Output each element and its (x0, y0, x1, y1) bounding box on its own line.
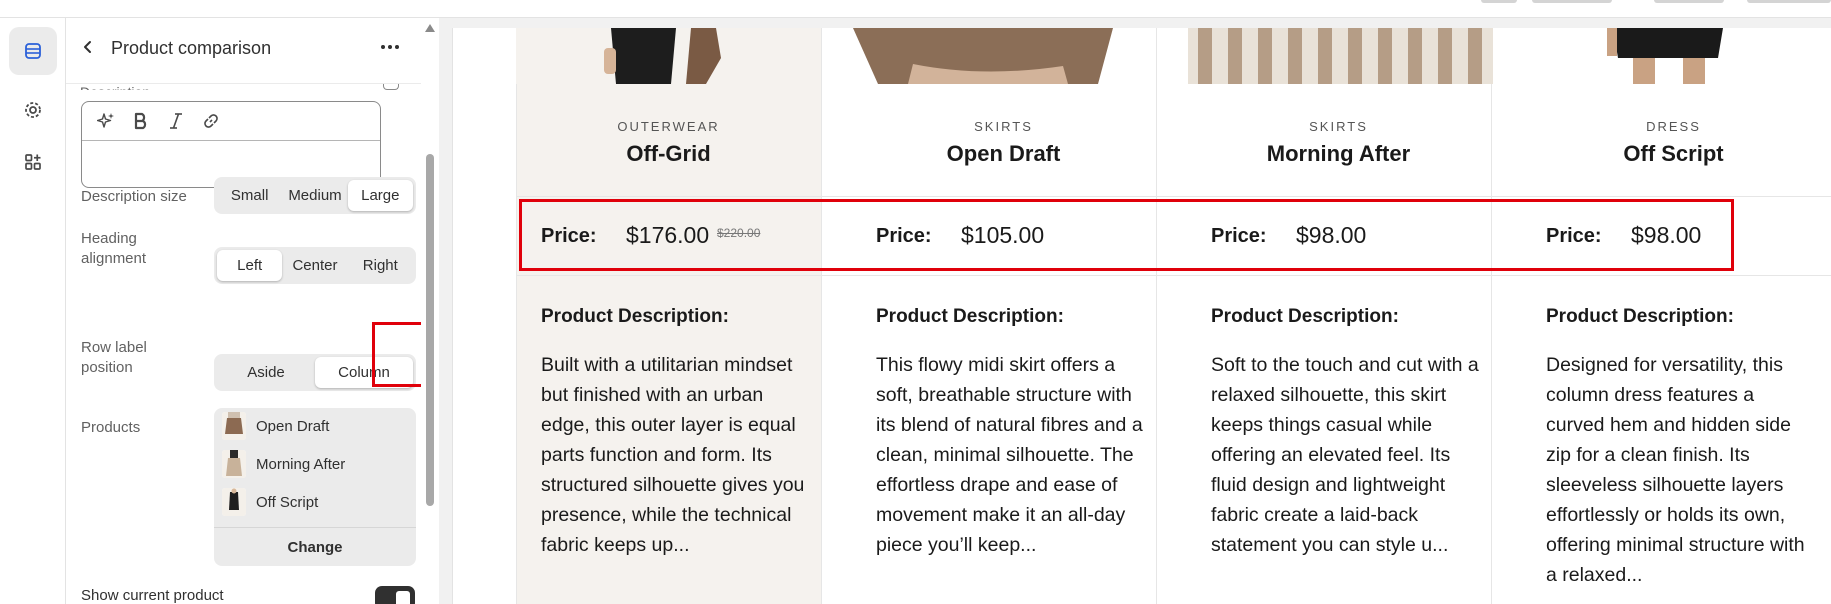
icon-rail (0, 18, 66, 604)
products-label: Products (81, 419, 141, 436)
rich-text-editor[interactable] (81, 101, 381, 188)
description-heading: Product Description: (1211, 306, 1399, 327)
product-image[interactable] (853, 28, 1138, 84)
panel-header: Product comparison (66, 18, 421, 84)
change-products-button[interactable]: Change (214, 527, 416, 566)
column-divider (1491, 28, 1492, 604)
product-name[interactable]: Off-Grid (501, 141, 836, 167)
heading-alignment-center[interactable]: Center (282, 250, 347, 281)
toggle-knob (396, 591, 410, 604)
toolbar-control[interactable] (1654, 0, 1724, 3)
apps-icon[interactable] (9, 138, 57, 186)
description-heading: Product Description: (876, 306, 1064, 327)
description-size-selector: Small Medium Large (214, 177, 416, 214)
product-image[interactable] (516, 28, 821, 84)
link-icon[interactable] (199, 109, 223, 133)
row-label-position-label: Row label position (81, 339, 147, 376)
product-name: Open Draft (256, 417, 330, 435)
description-size-medium[interactable]: Medium (282, 180, 347, 211)
product-category: SKIRTS (974, 119, 1033, 134)
product-item[interactable]: Off Script (214, 484, 416, 520)
product-name[interactable]: Open Draft (836, 141, 1171, 167)
panel-title: Product comparison (111, 38, 272, 58)
description-heading: Product Description: (1546, 306, 1734, 327)
bold-icon[interactable] (129, 109, 153, 133)
product-thumbnail (222, 488, 246, 516)
column-divider (516, 28, 517, 604)
back-arrow-icon[interactable] (76, 35, 100, 59)
row-divider (516, 196, 1831, 197)
toolbar-control[interactable] (1532, 0, 1612, 3)
product-description: This flowy midi skirt offers a soft, bre… (876, 354, 1143, 556)
description-size-label: Description size (81, 188, 187, 205)
scrolled-toggle[interactable] (383, 84, 399, 90)
product-category: DRESS (1646, 119, 1701, 134)
settings-panel: Product comparison Description Descripti… (66, 18, 421, 604)
description-size-small[interactable]: Small (217, 180, 282, 211)
price-row-highlight (519, 199, 1734, 271)
product-name: Morning After (256, 455, 346, 473)
scroll-up-arrow-icon[interactable] (425, 24, 435, 32)
comparison-preview: OUTERWEAR Off-Grid Price: $176.00 $220.0… (452, 28, 1831, 604)
top-bar (0, 0, 1831, 18)
product-description: Soft to the touch and cut with a relaxed… (1211, 354, 1479, 556)
show-current-product-label: Show current product (81, 587, 224, 604)
row-label-position-aside[interactable]: Aside (217, 357, 315, 388)
product-name[interactable]: Off Script (1506, 141, 1831, 167)
products-list: Open Draft Morning After Off Script Chan… (214, 408, 416, 566)
product-image[interactable] (1523, 28, 1828, 84)
product-category: OUTERWEAR (617, 119, 720, 134)
product-name[interactable]: Morning After (1171, 141, 1506, 167)
column-divider (1156, 28, 1157, 604)
editor-toolbar (82, 102, 380, 141)
heading-alignment-left[interactable]: Left (217, 250, 283, 281)
panel-scrollbar[interactable] (421, 18, 439, 604)
description-label: Description (80, 84, 150, 90)
sections-icon[interactable] (9, 27, 57, 75)
heading-alignment-label: Heading alignment (81, 230, 147, 267)
description-heading: Product Description: (541, 306, 729, 327)
product-item[interactable]: Open Draft (214, 408, 416, 444)
column-divider (821, 28, 822, 604)
product-description: Built with a utilitarian mindset but fin… (541, 354, 805, 556)
sparkle-icon[interactable] (94, 109, 118, 133)
heading-alignment-right[interactable]: Right (348, 250, 413, 281)
italic-icon[interactable] (164, 109, 188, 133)
product-item[interactable]: Morning After (214, 446, 416, 482)
product-name: Off Script (256, 493, 319, 511)
scrollbar-thumb[interactable] (426, 154, 434, 506)
heading-alignment-selector: Left Center Right (214, 247, 416, 284)
product-thumbnail (222, 412, 246, 440)
gear-icon[interactable] (9, 86, 57, 134)
product-description: Designed for versatility, this column dr… (1546, 354, 1805, 586)
row-divider (516, 275, 1831, 276)
toolbar-control[interactable] (1481, 0, 1517, 3)
product-image[interactable] (1188, 28, 1493, 84)
description-size-large[interactable]: Large (347, 180, 413, 211)
product-thumbnail (222, 450, 246, 478)
column-option-highlight (372, 322, 421, 387)
toolbar-control[interactable] (1747, 0, 1831, 3)
more-options-icon[interactable] (375, 35, 405, 59)
product-category: SKIRTS (1309, 119, 1368, 134)
show-current-product-toggle[interactable] (375, 586, 415, 604)
